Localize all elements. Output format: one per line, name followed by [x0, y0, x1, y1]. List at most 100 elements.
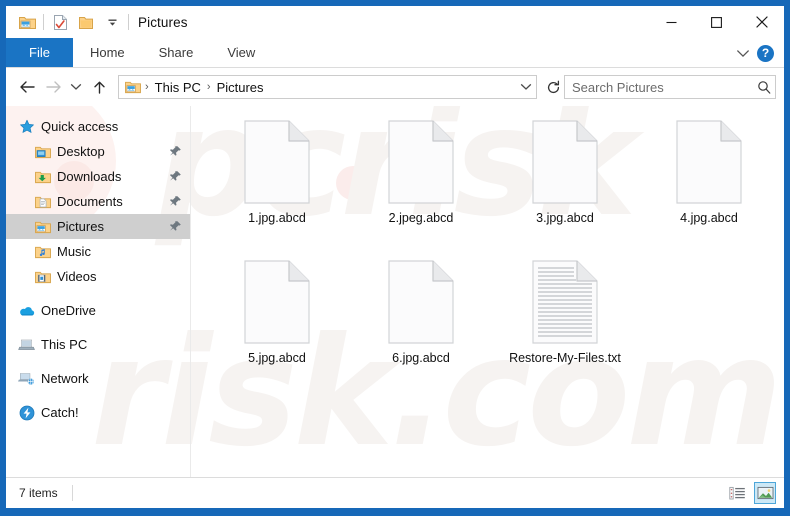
sidebar-item-downloads[interactable]: Downloads [6, 164, 190, 189]
sidebar-item-label: Pictures [57, 219, 104, 234]
back-button[interactable] [14, 74, 40, 100]
pin-icon[interactable] [169, 195, 182, 208]
sidebar-item-label: Videos [57, 269, 97, 284]
sidebar-item-label: Desktop [57, 144, 105, 159]
close-button[interactable] [739, 6, 784, 38]
ribbon-tab-bar: File Home Share View ? [6, 38, 784, 68]
tab-file[interactable]: File [6, 38, 73, 67]
refresh-button[interactable] [542, 75, 564, 99]
breadcrumb-item-this-pc[interactable]: This PC [151, 79, 205, 96]
customize-quick-access-toolbar-button[interactable] [99, 10, 125, 34]
sidebar-item-quick-access[interactable]: Quick access [6, 114, 190, 139]
title-bar: Pictures [6, 6, 784, 38]
forward-button[interactable] [40, 74, 66, 100]
ribbon-right-controls: ? [736, 38, 780, 68]
blank-file-icon [388, 260, 454, 344]
tab-share[interactable]: Share [142, 38, 211, 67]
sidebar-item-desktop[interactable]: Desktop [6, 139, 190, 164]
list-item[interactable]: 1.jpg.abcd [205, 116, 349, 256]
desktop-folder-icon [34, 143, 51, 160]
blank-file-icon [532, 120, 598, 204]
navigation-pane: Quick access Desktop Downloads Documents… [6, 106, 191, 477]
window-controls [649, 6, 784, 38]
sidebar-item-label: Downloads [57, 169, 122, 184]
pictures-folder-icon[interactable] [14, 10, 40, 34]
pin-icon[interactable] [169, 170, 182, 183]
toolbar-separator-1 [43, 14, 44, 30]
network-icon [18, 370, 35, 387]
sidebar-item-music[interactable]: Music [6, 239, 190, 264]
list-item[interactable]: 6.jpg.abcd [349, 256, 493, 396]
toolbar-separator-2 [128, 14, 129, 30]
list-item[interactable]: Restore-My-Files.txt [493, 256, 637, 396]
file-name-label: 1.jpg.abcd [248, 211, 306, 225]
file-name-label: 3.jpg.abcd [536, 211, 594, 225]
blank-file-icon [388, 120, 454, 204]
large-icons-view-button[interactable] [754, 482, 776, 504]
maximize-button[interactable] [694, 6, 739, 38]
pin-icon[interactable] [169, 220, 182, 233]
list-item[interactable]: 4.jpg.abcd [637, 116, 781, 256]
sidebar-item-catch[interactable]: Catch! [6, 400, 190, 425]
pin-icon[interactable] [169, 145, 182, 158]
sidebar-item-label: Documents [57, 194, 123, 209]
file-name-label: 5.jpg.abcd [248, 351, 306, 365]
tab-view[interactable]: View [210, 38, 272, 67]
address-bar: › This PC › Pictures [6, 68, 784, 106]
up-button[interactable] [86, 74, 112, 100]
sidebar-item-label: This PC [41, 337, 88, 352]
breadcrumb-separator-1: › [145, 81, 149, 93]
status-bar: 7 items [6, 477, 784, 508]
sidebar-item-label: OneDrive [41, 303, 96, 318]
sidebar-item-network[interactable]: Network [6, 366, 190, 391]
breadcrumb-bar[interactable]: › This PC › Pictures [118, 75, 537, 99]
sidebar-item-pictures[interactable]: Pictures [6, 214, 190, 239]
sidebar-item-label: Music [57, 244, 91, 259]
sidebar-item-label: Catch! [41, 405, 79, 420]
pictures-folder-icon [34, 218, 51, 235]
tab-home[interactable]: Home [73, 38, 142, 67]
minimize-button[interactable] [649, 6, 694, 38]
blank-file-icon [244, 120, 310, 204]
window-title: Pictures [138, 14, 188, 30]
breadcrumb-item-pictures[interactable]: Pictures [213, 79, 268, 96]
search-icon[interactable] [754, 80, 771, 94]
status-separator [71, 485, 73, 501]
sidebar-item-this-pc[interactable]: This PC [6, 332, 190, 357]
file-name-label: 6.jpg.abcd [392, 351, 450, 365]
new-folder-icon[interactable] [73, 10, 99, 34]
file-name-label: 2.jpeg.abcd [388, 211, 454, 225]
breadcrumb-separator-2: › [206, 81, 211, 93]
list-item[interactable]: 2.jpeg.abcd [349, 116, 493, 256]
properties-icon[interactable] [47, 10, 73, 34]
details-view-button[interactable] [726, 482, 748, 504]
catch-app-icon [18, 404, 35, 421]
file-list: 1.jpg.abcd 2.jpeg.abcd 3.jpg.abcd 4.jpg.… [191, 106, 784, 477]
documents-folder-icon [34, 193, 51, 210]
videos-folder-icon [34, 268, 51, 285]
star-icon [18, 118, 35, 135]
breadcrumb: › This PC › Pictures [119, 79, 516, 96]
blank-file-icon [244, 260, 310, 344]
list-item[interactable]: 5.jpg.abcd [205, 256, 349, 396]
list-item[interactable]: 3.jpg.abcd [493, 116, 637, 256]
address-dropdown-chevron-down-icon[interactable] [516, 76, 536, 98]
item-count-label: 7 items [19, 486, 58, 500]
breadcrumb-pictures-folder-icon [123, 80, 143, 94]
search-box[interactable] [564, 75, 776, 99]
text-file-icon [532, 260, 598, 344]
collapse-ribbon-chevron-down-icon[interactable] [736, 49, 750, 58]
onedrive-cloud-icon [18, 302, 35, 319]
recent-locations-chevron-down-icon[interactable] [66, 74, 86, 100]
sidebar-item-onedrive[interactable]: OneDrive [6, 298, 190, 323]
sidebar-item-videos[interactable]: Videos [6, 264, 190, 289]
sidebar-item-documents[interactable]: Documents [6, 189, 190, 214]
help-icon[interactable]: ? [757, 44, 774, 62]
sidebar-item-label: Network [41, 371, 89, 386]
quick-access-toolbar: Pictures [6, 10, 188, 34]
search-input[interactable] [572, 79, 754, 95]
